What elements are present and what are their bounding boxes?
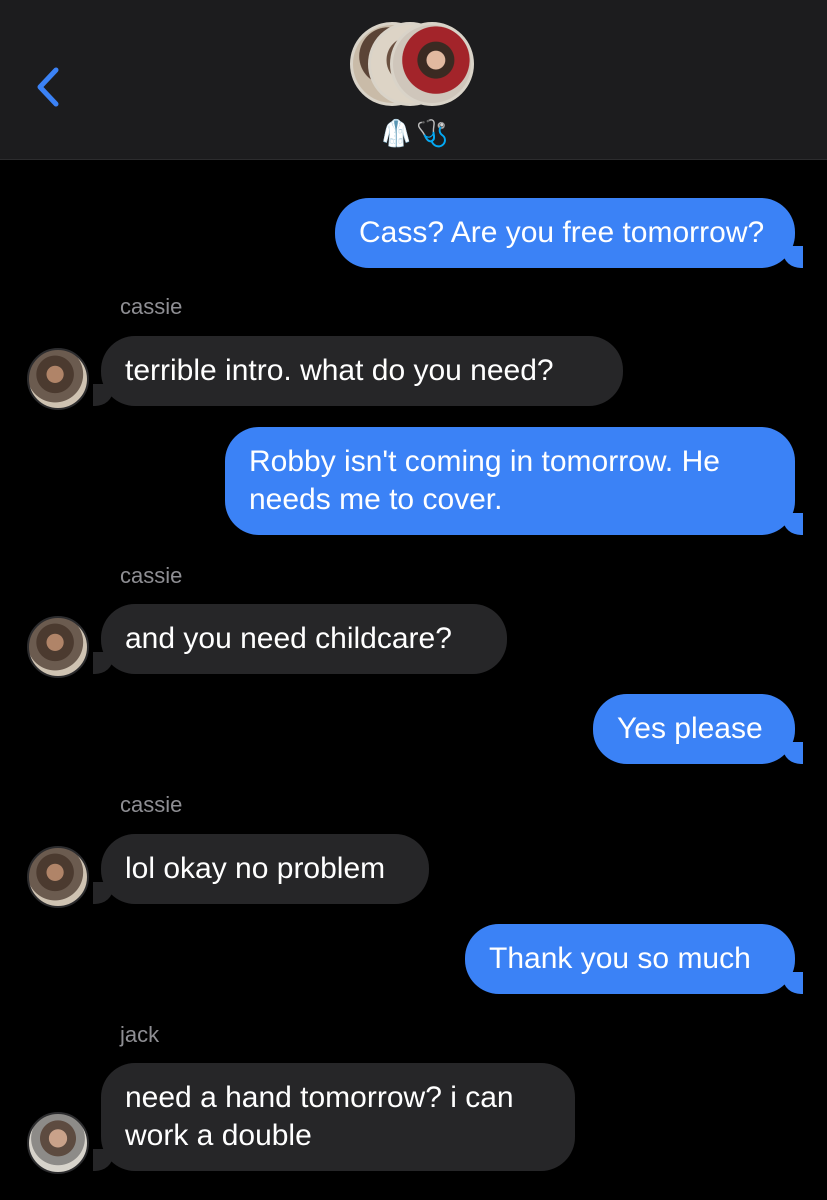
- message-text: Thank you so much: [489, 942, 751, 975]
- avatar: [390, 22, 474, 106]
- incoming-message[interactable]: need a hand tomorrow? i can work a doubl…: [93, 1063, 575, 1171]
- outgoing-message[interactable]: Thank you so much: [465, 924, 803, 994]
- group-avatar-stack[interactable]: [350, 22, 480, 108]
- sender-label: cassie: [120, 792, 183, 817]
- avatar-cassie[interactable]: [27, 846, 89, 908]
- group-name[interactable]: 🥼 🩺: [380, 116, 449, 150]
- sender-label: cassie: [120, 294, 183, 319]
- sender-label: cassie: [120, 563, 183, 588]
- avatar-jack[interactable]: [27, 1112, 89, 1174]
- message-text: Robby isn't coming in tomorrow. He needs…: [249, 445, 720, 516]
- message-text: terrible intro. what do you need?: [125, 354, 554, 387]
- lab-coat-emoji: 🥼: [380, 117, 413, 148]
- avatar-cassie[interactable]: [27, 348, 89, 410]
- conversation-header: 🥼 🩺: [0, 0, 827, 160]
- outgoing-message[interactable]: Yes please: [593, 694, 803, 764]
- message-text: and you need childcare?: [125, 622, 452, 655]
- outgoing-message[interactable]: Robby isn't coming in tomorrow. He needs…: [225, 427, 803, 535]
- incoming-message[interactable]: and you need childcare?: [93, 604, 507, 674]
- message-text: lol okay no problem: [125, 852, 386, 885]
- message-text: Cass? Are you free tomorrow?: [359, 216, 765, 249]
- message-text: Yes please: [617, 712, 763, 745]
- avatar-cassie[interactable]: [27, 616, 89, 678]
- message-text: need a hand tomorrow? i can work a doubl…: [125, 1081, 514, 1152]
- incoming-message[interactable]: terrible intro. what do you need?: [93, 336, 623, 406]
- outgoing-message[interactable]: Cass? Are you free tomorrow?: [335, 198, 803, 268]
- back-button[interactable]: [30, 64, 66, 110]
- chevron-left-icon: [37, 67, 59, 107]
- sender-label: jack: [120, 1022, 160, 1047]
- stethoscope-emoji: 🩺: [416, 117, 449, 148]
- incoming-message[interactable]: lol okay no problem: [93, 834, 429, 904]
